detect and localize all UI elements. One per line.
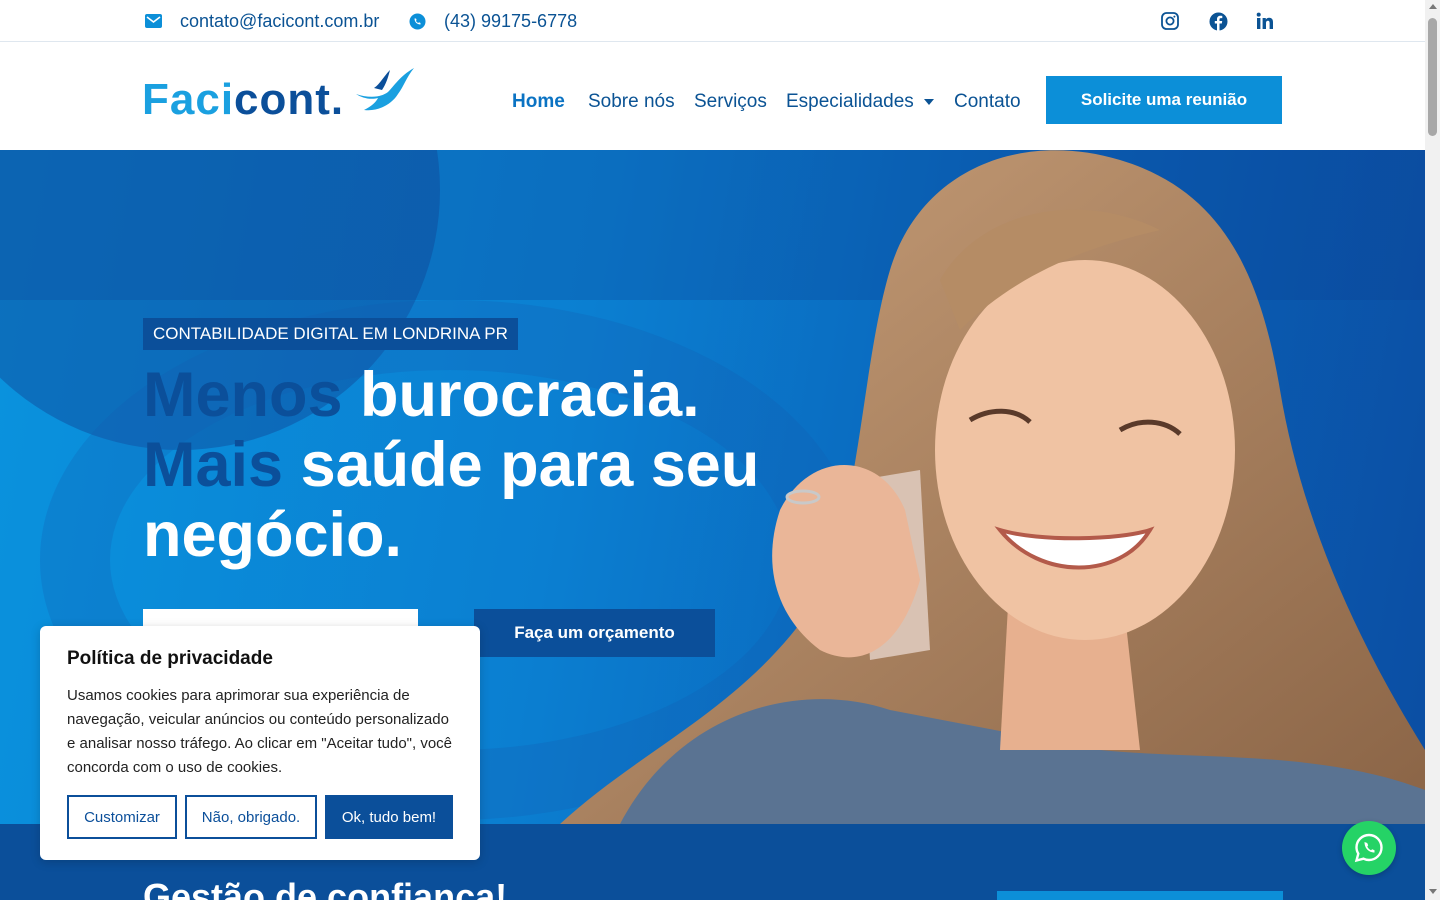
email-contact[interactable]: contato@facicont.com.br — [144, 0, 379, 42]
facebook-icon[interactable] — [1207, 10, 1229, 32]
site-header: Facicont. Home Sobre nós Serviços Especi… — [0, 42, 1425, 150]
cookie-banner: Política de privacidade Usamos cookies p… — [40, 626, 480, 860]
email-icon — [144, 12, 162, 30]
scroll-down-arrow-icon[interactable] — [1429, 889, 1437, 894]
whatsapp-icon — [1354, 833, 1383, 863]
quote-button[interactable]: Faça um orçamento — [474, 609, 715, 657]
facicont-logo[interactable]: Facicont. — [142, 64, 414, 124]
cookie-text: Usamos cookies para aprimorar sua experi… — [67, 687, 453, 776]
top-contact-bar: contato@facicont.com.br (43) 99175-6778 — [0, 0, 1425, 42]
logo-wordmark: Facicont. — [142, 75, 345, 124]
nav-contato[interactable]: Contato — [954, 90, 1021, 114]
linkedin-icon[interactable] — [1254, 10, 1276, 32]
nav-especialidades[interactable]: Especialidades — [786, 90, 934, 114]
whatsapp-icon — [408, 12, 426, 30]
chevron-down-icon — [923, 99, 934, 105]
bird-logo-icon — [356, 68, 414, 111]
instagram-icon[interactable] — [1159, 10, 1181, 32]
cookie-reject-button[interactable]: Não, obrigado. — [185, 795, 317, 839]
nav-servicos[interactable]: Serviços — [694, 90, 767, 114]
schedule-meeting-button[interactable]: Solicite uma reunião — [1046, 76, 1282, 124]
cookie-customize-button[interactable]: Customizar — [67, 795, 177, 839]
nav-home[interactable]: Home — [512, 90, 565, 114]
phone-text: (43) 99175-6778 — [444, 10, 578, 31]
nav-especialidades-label: Especialidades — [786, 91, 914, 112]
hero-headline: Menos burocracia. Mais saúde para seu ne… — [143, 360, 760, 570]
nav-sobre-nos[interactable]: Sobre nós — [588, 90, 675, 114]
page-scrollbar[interactable] — [1425, 0, 1440, 900]
scrollbar-thumb[interactable] — [1428, 18, 1437, 136]
phone-contact[interactable]: (43) 99175-6778 — [408, 0, 577, 42]
cookie-accept-button[interactable]: Ok, tudo bem! — [325, 795, 453, 839]
section-title: Gestão de confiança! — [143, 876, 508, 900]
whatsapp-chat-button[interactable] — [1342, 821, 1396, 875]
section-button[interactable] — [997, 891, 1283, 900]
hero-tagline: CONTABILIDADE DIGITAL EM LONDRINA PR — [143, 318, 518, 350]
cookie-title: Política de privacidade — [67, 648, 273, 669]
email-text: contato@facicont.com.br — [180, 10, 380, 31]
scroll-up-arrow-icon[interactable] — [1429, 4, 1437, 9]
